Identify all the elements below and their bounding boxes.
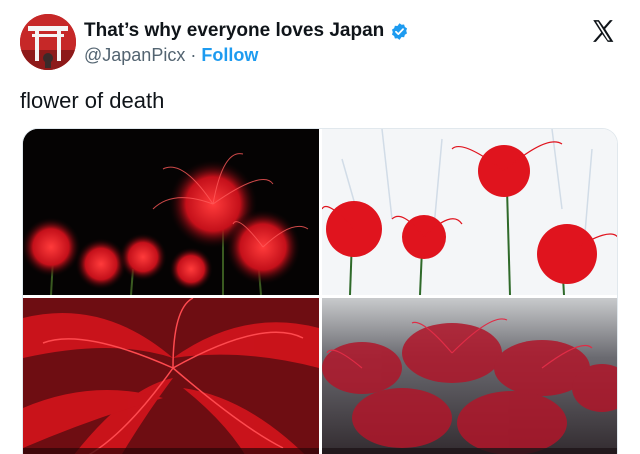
- verified-badge-icon: [392, 22, 408, 40]
- spider-lily-dark-image: [23, 129, 319, 295]
- tweet-header: That’s why everyone loves Japan @JapanPi…: [20, 14, 620, 74]
- spider-lily-white-image: [322, 129, 617, 295]
- media-image-2[interactable]: [322, 129, 617, 295]
- media-grid: [22, 128, 618, 454]
- torii-gate-icon: [20, 14, 76, 70]
- follow-button[interactable]: Follow: [201, 45, 258, 66]
- author-name[interactable]: That’s why everyone loves Japan: [84, 20, 384, 42]
- media-image-4[interactable]: [322, 298, 617, 454]
- separator-dot: ·: [190, 45, 197, 65]
- spider-lily-field-image: [322, 298, 617, 454]
- tweet-text: flower of death: [20, 88, 165, 113]
- author-handle[interactable]: @JapanPicx: [84, 45, 185, 66]
- author-block: That’s why everyone loves Japan @JapanPi…: [84, 20, 409, 66]
- media-image-3[interactable]: [23, 298, 319, 454]
- spider-lily-closeup-image: [23, 298, 319, 454]
- avatar[interactable]: [20, 14, 76, 70]
- media-image-1[interactable]: [23, 129, 319, 295]
- x-logo-icon[interactable]: [590, 18, 616, 44]
